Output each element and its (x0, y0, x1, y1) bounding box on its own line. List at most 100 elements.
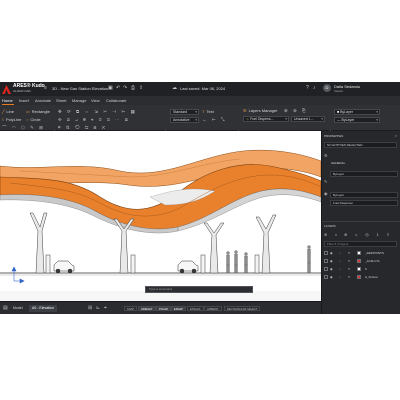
dimension-style-select[interactable]: Annotative ▾ (170, 117, 199, 123)
checkbox[interactable] (324, 275, 328, 280)
modify-tools-row-3[interactable]: ⌗ ⇅ ⟲ ⇆ ⊟ ✕ (58, 125, 107, 130)
toggle-polar[interactable]: POLAR (156, 306, 171, 311)
polyline-label: PolyLine (5, 117, 22, 122)
ares-logo-icon (2, 85, 11, 94)
color-swatch-icon[interactable] (357, 259, 361, 264)
tab-manage[interactable]: Manage (72, 98, 86, 103)
drawing-canvas[interactable] (0, 131, 321, 291)
toggle-ambient[interactable]: AMBIENT (204, 306, 222, 311)
layers-toolbar[interactable]: ⊕ ◑ ⊗ ☼ ◎ ⇩ ⇧ (324, 232, 393, 237)
command-line-input[interactable]: Type a command (145, 286, 253, 293)
modify-tools-row-1[interactable]: ✥ ⟳ ⧉ ⇔ ⇲ ✂ ⊣ ⊢ ▦ (58, 109, 137, 115)
undo-icon[interactable]: ↶ (116, 85, 120, 91)
toggle-lweight[interactable]: LWEIGHT (138, 306, 156, 311)
tab-sheet[interactable]: Sheet (56, 98, 66, 103)
share-icon[interactable]: ⇪ (139, 85, 143, 91)
tab-a0-elevation[interactable]: A0 - Elevation (29, 305, 57, 312)
tab-collaborate[interactable]: Collaborate (106, 98, 126, 103)
save-icon[interactable]: ▣ (108, 85, 113, 91)
lock-icon[interactable]: ⊓ (348, 258, 357, 265)
tab-view[interactable]: View (91, 98, 100, 103)
lock-icon[interactable]: ⊓ (348, 266, 357, 273)
eye-icon[interactable]: ◉ (330, 274, 339, 281)
close-icon[interactable]: × (395, 133, 397, 138)
color-swatch-icon[interactable] (357, 251, 361, 256)
toggle-snap[interactable]: SNAP (124, 306, 138, 311)
line-label: Line (6, 109, 14, 114)
toggle-etrack[interactable]: ETRACK (187, 306, 204, 311)
user-role: Viewer (334, 89, 344, 93)
checkbox[interactable] (324, 259, 328, 264)
layer-row[interactable]: ◉ ☼ ⊓ _ACM-CYL (324, 258, 399, 265)
color-select[interactable]: ■ ByLayer ▾ (334, 109, 380, 115)
circle-label: Circle (30, 117, 41, 122)
text-style-select[interactable]: Standard ▾ (170, 109, 199, 115)
toggle-esnap[interactable]: ESNAP (171, 306, 186, 311)
tab-home[interactable]: Home (2, 98, 13, 103)
user-avatar[interactable]: D (323, 84, 331, 92)
current-layer-select[interactable]: ☼ Fuel Dispens... ▾ (243, 116, 289, 122)
lock-icon[interactable]: ⊓ (348, 274, 357, 281)
circle-button[interactable]: ○ Circle (26, 117, 41, 122)
property-linetype-field[interactable]: ByLayer (330, 192, 398, 198)
circle-icon: ○ (26, 117, 29, 122)
layer-tools-row[interactable]: ⊕ ⊗ ⎘ (284, 108, 308, 114)
ortho-icon[interactable]: ⊾ (96, 305, 100, 311)
modify-tools-row-2[interactable]: ⌯ ⧄ ⊿ ⊕ ⌖ ⊘ ⊡ ⋯ ⊠ (58, 117, 130, 122)
grid-icon[interactable]: ⊞ (88, 305, 92, 311)
sun-icon[interactable]: ☼ (339, 266, 348, 273)
sheets-icon[interactable]: ▤ (3, 305, 8, 311)
sun-icon[interactable]: ☼ (339, 250, 348, 257)
print-icon[interactable]: ⎙ (131, 85, 135, 91)
text-button[interactable]: T Text (202, 109, 214, 114)
help-icon[interactable]: ? (306, 85, 309, 91)
eye-icon[interactable]: ◉ (330, 258, 339, 265)
title-bar: ARES® Kudo CLOUD CAD ≡ 3D - New Gas Stat… (0, 82, 400, 96)
quick-select-icon[interactable]: ⚙ (324, 153, 328, 158)
checkbox[interactable] (324, 267, 328, 272)
color-swatch-icon[interactable] (357, 267, 361, 272)
selection-dropdown[interactable]: NO ENTITIES SELECTED (324, 142, 397, 148)
app-brand-subtitle: CLOUD CAD (13, 89, 31, 93)
status-bar: ▤ Model A0 - Elevation ⊞ ⊾ ⌖ SNAP LWEIGH… (0, 301, 321, 314)
line-button[interactable]: ╱ Line (2, 109, 14, 114)
panel-divider (322, 221, 400, 222)
layers-filter-input[interactable]: Filter # of layers (324, 241, 397, 247)
checkbox[interactable] (324, 251, 328, 256)
linetype-select[interactable]: — ByLayer ▾ (334, 117, 380, 123)
rectangle-button[interactable]: ▭ Rectangle (26, 109, 50, 114)
layer-name: _ACM-CYL (365, 259, 381, 263)
property-layer-field[interactable]: Fuel Dispenser (330, 200, 398, 206)
document-title[interactable]: 3D - New Gas Station Elevation... (52, 86, 112, 91)
chevron-down-icon: ▾ (376, 118, 378, 122)
polyline-button[interactable]: ⌇ PolyLine (2, 117, 21, 122)
layer-row[interactable]: ◉ ☼ ⊓ _DEFPOINTS (324, 250, 399, 257)
general-section-header[interactable]: GENERAL (331, 161, 345, 165)
layer-row[interactable]: ◉ ☼ ⊓ 0 (324, 266, 399, 273)
notifications-icon[interactable]: ♪ (313, 85, 316, 91)
layers-manager-button[interactable]: ☰ Layers Manager (243, 108, 278, 113)
property-color-field[interactable]: ByLayer (330, 171, 398, 177)
eye-icon[interactable]: ◉ (330, 266, 339, 273)
color-swatch-icon[interactable] (357, 275, 361, 280)
layer-state-value: Unsaved L... (294, 117, 314, 121)
layer-state-select[interactable]: Unsaved L... ▾ (291, 116, 325, 122)
chevron-down-icon: ▾ (285, 117, 287, 121)
menu-icon[interactable]: ≡ (44, 85, 47, 91)
tab-model[interactable]: Model (10, 305, 26, 312)
sun-icon[interactable]: ☼ (339, 274, 348, 281)
annotation-tools-row[interactable]: ↔ ⊢ ⤡ (202, 117, 227, 123)
linetype-value: ByLayer (341, 118, 355, 122)
layer-row[interactable]: ◉ ☼ ⊓ A_Fixture (324, 274, 399, 281)
snap-icon[interactable]: ⌖ (104, 305, 107, 311)
gas-station-elevation-drawing[interactable] (0, 131, 321, 291)
redo-icon[interactable]: ↷ (123, 85, 127, 91)
sun-icon[interactable]: ☼ (339, 258, 348, 265)
brush-icon[interactable]: ✎ (324, 179, 327, 184)
eye-icon[interactable]: ◉ (324, 191, 328, 196)
lock-icon[interactable]: ⊓ (348, 250, 357, 257)
tab-insert[interactable]: Insert (19, 98, 29, 103)
eye-icon[interactable]: ◉ (330, 250, 339, 257)
toggle-rectangular-select[interactable]: RECTANGULAR SELECT (224, 306, 261, 311)
tab-annotate[interactable]: Annotate (35, 98, 51, 103)
